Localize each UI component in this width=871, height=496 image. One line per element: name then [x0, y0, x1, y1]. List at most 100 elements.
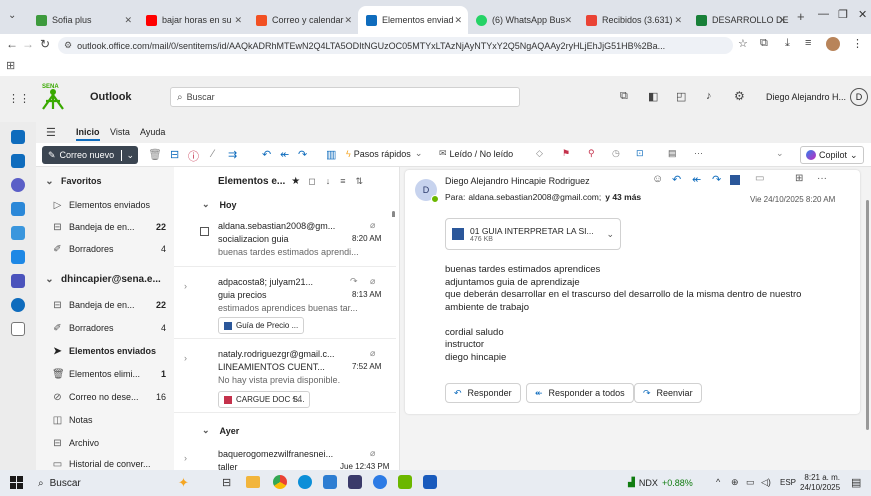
forward-mail-icon[interactable]: ↷: [712, 173, 721, 186]
reply-icon[interactable]: ↶: [672, 173, 681, 186]
jump-icon[interactable]: ↓: [326, 176, 331, 186]
more-attachments-count[interactable]: +4: [292, 394, 302, 404]
view-icon[interactable]: ⊞: [795, 173, 803, 184]
settings-icon[interactable]: ⚙: [734, 89, 745, 103]
folder-item[interactable]: ▷ Elementos enviados: [52, 197, 178, 213]
tab-ayuda[interactable]: Ayuda: [140, 127, 165, 137]
chevron-down-icon[interactable]: ⌄: [121, 149, 134, 161]
browser-tab[interactable]: Sofia plus ✕: [28, 6, 138, 34]
chevron-down-icon[interactable]: ⌄: [606, 229, 614, 240]
sweep-icon[interactable]: ⁄: [212, 148, 214, 160]
profile-avatar[interactable]: [826, 37, 840, 51]
user-avatar[interactable]: D: [850, 88, 868, 106]
word-app-icon[interactable]: [423, 475, 437, 489]
sender-name[interactable]: Diego Alejandro Hincapie Rodriguez: [445, 176, 590, 186]
folder-item[interactable]: ✐ Borradores 4: [52, 320, 178, 336]
list-item[interactable]: › nataly.rodriguezgr@gmail.c... ⌀ LINEAM…: [174, 345, 396, 413]
folder-item[interactable]: ▭ Historial de conver...: [52, 458, 178, 470]
todo-app-icon[interactable]: [11, 226, 25, 240]
more-options-icon[interactable]: ···: [694, 148, 703, 158]
user-name[interactable]: Diego Alejandro H...: [766, 92, 846, 102]
file-explorer-icon[interactable]: [246, 476, 260, 488]
chevron-right-icon[interactable]: ›: [184, 281, 187, 291]
folder-item[interactable]: ⊟ Bandeja de en... 22: [52, 297, 178, 313]
back-icon[interactable]: ←: [6, 37, 18, 51]
flag-icon[interactable]: ⚑: [562, 148, 570, 159]
tab-vista[interactable]: Vista: [110, 127, 130, 137]
mail-app-icon[interactable]: [11, 130, 25, 144]
tab-list-icon[interactable]: ⌄: [8, 10, 16, 21]
list-item[interactable]: › baquerogomezwilfranesnei... ⌀ taller J…: [174, 445, 396, 472]
more-apps-icon[interactable]: [11, 322, 25, 336]
new-mail-button[interactable]: ✎ Correo nuevo ⌄: [42, 146, 138, 164]
archive-icon[interactable]: ⊟: [170, 148, 179, 161]
reply-all-button[interactable]: ↞ Responder a todos: [526, 383, 634, 403]
teams-share-icon[interactable]: [730, 175, 740, 185]
forward-icon[interactable]: →: [22, 37, 34, 51]
calendar-app-icon[interactable]: [11, 154, 25, 168]
forward-mail-icon[interactable]: ↷: [298, 148, 307, 161]
app-launcher-icon[interactable]: ⋮⋮: [8, 92, 30, 105]
widgets-icon[interactable]: ✦: [178, 475, 189, 491]
battery-icon[interactable]: ▭: [746, 477, 755, 488]
menu-toggle-icon[interactable]: ☰: [46, 126, 56, 139]
files-app-icon[interactable]: [11, 250, 25, 264]
reading-scrollbar[interactable]: [866, 200, 869, 430]
move-icon[interactable]: ⇉: [228, 148, 237, 161]
extensions-icon[interactable]: ⧉: [760, 37, 768, 50]
folder-item[interactable]: ◫ Notas: [52, 412, 178, 428]
close-tab-icon[interactable]: ✕: [344, 15, 352, 26]
task-view-icon[interactable]: ⊟: [222, 476, 231, 489]
select-icon[interactable]: ◻: [308, 176, 315, 187]
reply-button[interactable]: ↶ Responder: [445, 383, 521, 403]
stock-widget[interactable]: ▟ NDX +0.88%: [628, 477, 693, 488]
maximize-icon[interactable]: ❐: [838, 8, 848, 21]
chrome-icon[interactable]: [273, 475, 287, 489]
quick-steps-button[interactable]: ϟ Pasos rápidos ⌄: [346, 148, 422, 159]
apps-menu-icon[interactable]: ▭: [755, 173, 764, 184]
browser-tab[interactable]: (6) WhatsApp Bus ✕: [468, 6, 578, 34]
app-icon[interactable]: [373, 475, 387, 489]
read-unread-button[interactable]: ✉ Leído / No leído: [439, 148, 513, 159]
browser-tab[interactable]: Recibidos (3.631) ✕: [578, 6, 688, 34]
minimize-icon[interactable]: —: [818, 8, 829, 20]
network-icon[interactable]: ⊕: [731, 477, 739, 488]
clock[interactable]: 8:21 a. m. 24/10/2025: [800, 473, 840, 493]
sort-icon[interactable]: ⇅: [355, 176, 363, 187]
close-tab-icon[interactable]: ✕: [454, 15, 462, 26]
app-icon[interactable]: [323, 475, 337, 489]
list-item[interactable]: › adpacosta8; julyam21... ↷ ⌀ guia preci…: [174, 273, 396, 339]
tab-inicio[interactable]: Inicio: [76, 127, 100, 141]
pin-icon[interactable]: ⚲: [588, 148, 595, 159]
close-window-icon[interactable]: ✕: [858, 8, 867, 21]
reply-all-icon[interactable]: ↞: [280, 148, 289, 161]
download-icon[interactable]: ⤓: [785, 37, 790, 50]
group-yesterday[interactable]: ⌄ Ayer: [202, 425, 239, 436]
close-tab-icon[interactable]: ✕: [674, 15, 682, 26]
windows-start-icon[interactable]: [10, 476, 23, 489]
site-info-icon[interactable]: ⚙: [64, 40, 72, 51]
more-recipients[interactable]: y 43 más: [605, 192, 641, 202]
close-tab-icon[interactable]: ✕: [124, 15, 132, 26]
folder-item-selected[interactable]: ➤ Elementos enviados: [52, 343, 178, 359]
rules-icon[interactable]: ⊡: [636, 148, 644, 159]
folder-item[interactable]: ✐ Borradores 4: [52, 241, 178, 257]
copilot-app-icon[interactable]: [11, 178, 25, 192]
reply-icon[interactable]: ↶: [262, 148, 271, 161]
attachment-card[interactable]: 01 GUIA INTERPRETAR LA SI... 476 KB ⌄: [445, 218, 621, 250]
report-icon[interactable]: ⓘ: [188, 148, 199, 164]
favorites-header[interactable]: ⌄ Favoritos: [44, 173, 170, 189]
to-address[interactable]: aldana.sebastian2008@gmail.com;: [468, 192, 601, 202]
browser-tab[interactable]: bajar horas en su ✕: [138, 6, 248, 34]
more-options-icon[interactable]: ···: [817, 173, 827, 184]
folder-item[interactable]: ⊘ Correo no dese... 16: [52, 389, 178, 405]
language-indicator[interactable]: ESP: [780, 478, 796, 487]
onedrive-app-icon[interactable]: [11, 298, 25, 312]
app-icon[interactable]: [348, 475, 362, 489]
folder-item[interactable]: ⊟ Bandeja de en... 22: [52, 219, 178, 235]
feedback-icon[interactable]: ◰: [676, 90, 686, 103]
browser-tab[interactable]: Correo y calendar ✕: [248, 6, 358, 34]
url-bar[interactable]: ⚙ outlook.office.com/mail/0/sentitems/id…: [58, 37, 733, 54]
app-icon[interactable]: [398, 475, 412, 489]
search-input[interactable]: ⌕ Buscar: [170, 87, 520, 107]
